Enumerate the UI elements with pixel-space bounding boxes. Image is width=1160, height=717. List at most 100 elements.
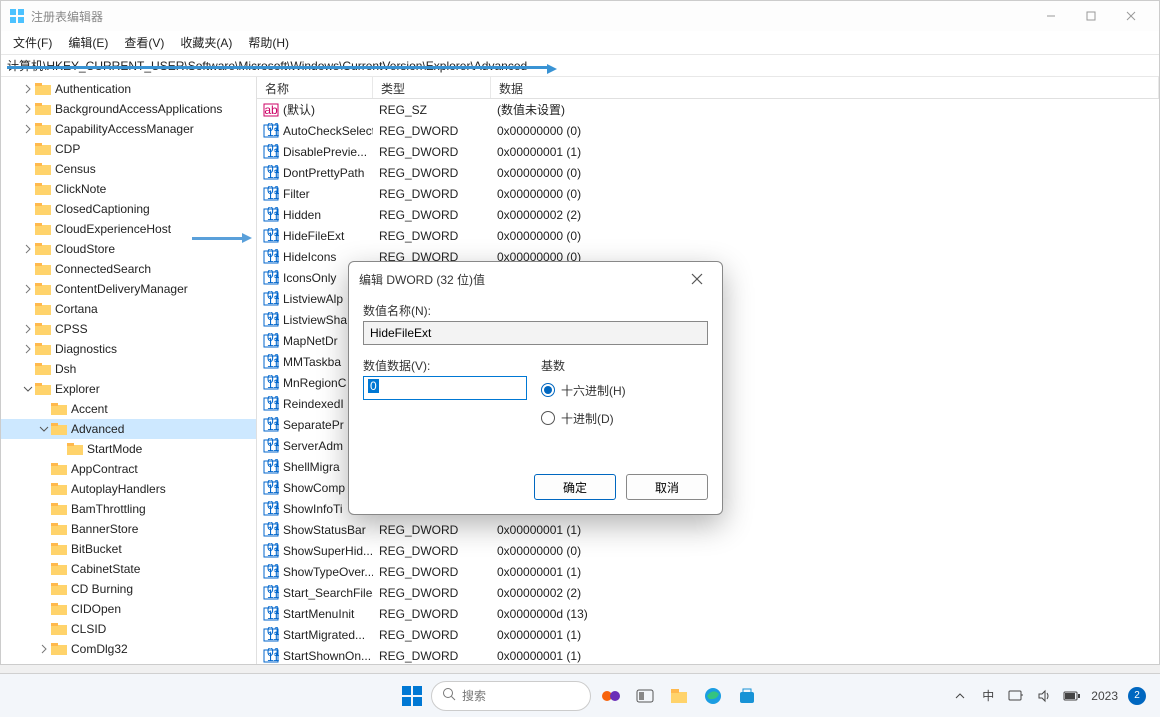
list-row[interactable]: 011110HiddenREG_DWORD0x00000002 (2): [257, 204, 1159, 225]
battery-icon[interactable]: [1063, 687, 1081, 705]
taskbar-app-edge[interactable]: [699, 682, 727, 710]
column-data[interactable]: 数据: [491, 77, 1159, 98]
value-data-input[interactable]: 0: [363, 376, 527, 400]
tree-item[interactable]: BackgroundAccessApplications: [1, 99, 256, 119]
tree-item[interactable]: Dsh: [1, 359, 256, 379]
tree-item[interactable]: CDP: [1, 139, 256, 159]
maximize-button[interactable]: [1071, 1, 1111, 31]
tree-item[interactable]: CIDOpen: [1, 599, 256, 619]
tree-item[interactable]: Accent: [1, 399, 256, 419]
chevron-down-icon[interactable]: [21, 382, 35, 396]
taskbar-app-store[interactable]: [733, 682, 761, 710]
column-type[interactable]: 类型: [373, 77, 491, 98]
tree-item[interactable]: Explorer: [1, 379, 256, 399]
chevron-right-icon[interactable]: [21, 82, 35, 96]
chevron-right-icon[interactable]: [21, 242, 35, 256]
tree-item[interactable]: Authentication: [1, 79, 256, 99]
list-row[interactable]: 011110ShowTypeOver...REG_DWORD0x00000001…: [257, 561, 1159, 582]
value-name-input[interactable]: [363, 321, 708, 345]
tree-item[interactable]: AutoplayHandlers: [1, 479, 256, 499]
radio-dec[interactable]: 十进制(D): [541, 404, 708, 432]
cancel-button[interactable]: 取消: [626, 474, 708, 500]
start-button[interactable]: [399, 683, 425, 709]
taskbar-app-taskview[interactable]: [631, 682, 659, 710]
chevron-right-icon[interactable]: [21, 342, 35, 356]
tree-item[interactable]: CapabilityAccessManager: [1, 119, 256, 139]
tree-item[interactable]: ContentDeliveryManager: [1, 279, 256, 299]
menu-item[interactable]: 查看(V): [116, 32, 172, 53]
list-row[interactable]: 011110Start_SearchFilesREG_DWORD0x000000…: [257, 582, 1159, 603]
tree-item[interactable]: CLSID: [1, 619, 256, 639]
ime-indicator[interactable]: 中: [979, 687, 997, 705]
tree-item[interactable]: ComDlg32: [1, 639, 256, 659]
taskbar-app-1[interactable]: [597, 682, 625, 710]
menu-item[interactable]: 编辑(E): [60, 32, 116, 53]
radio-hex[interactable]: 十六进制(H): [541, 376, 708, 404]
tree-item[interactable]: BitBucket: [1, 539, 256, 559]
chevron-right-icon[interactable]: [21, 322, 35, 336]
column-name[interactable]: 名称: [257, 77, 373, 98]
list-row[interactable]: 011110DontPrettyPathREG_DWORD0x00000000 …: [257, 162, 1159, 183]
dialog-close-button[interactable]: [682, 264, 712, 294]
list-row[interactable]: 011110AutoCheckSelectREG_DWORD0x00000000…: [257, 120, 1159, 141]
list-row[interactable]: 011110HideFileExtREG_DWORD0x00000000 (0): [257, 225, 1159, 246]
cell-name: 011110Start_SearchFiles: [257, 585, 373, 601]
folder-icon: [35, 362, 51, 376]
address-bar[interactable]: 计算机\HKEY_CURRENT_USER\Software\Microsoft…: [1, 55, 1159, 77]
tree-item[interactable]: StartMode: [1, 439, 256, 459]
list-row[interactable]: 011110ShowStatusBarREG_DWORD0x00000001 (…: [257, 519, 1159, 540]
cell-name: 011110Filter: [257, 186, 373, 202]
network-icon[interactable]: [1007, 687, 1025, 705]
folder-icon: [51, 642, 67, 656]
list-row[interactable]: ab(默认)REG_SZ(数值未设置): [257, 99, 1159, 120]
tree-item[interactable]: Cortana: [1, 299, 256, 319]
tree-item[interactable]: AppContract: [1, 459, 256, 479]
tree-item[interactable]: CD Burning: [1, 579, 256, 599]
tree-item[interactable]: ClickNote: [1, 179, 256, 199]
folder-icon: [51, 622, 67, 636]
taskbar-search[interactable]: 搜索: [431, 681, 591, 711]
tree-item[interactable]: ConnectedSearch: [1, 259, 256, 279]
list-row[interactable]: 011110StartMenuInitREG_DWORD0x0000000d (…: [257, 603, 1159, 624]
tree-item[interactable]: Diagnostics: [1, 339, 256, 359]
minimize-button[interactable]: [1031, 1, 1071, 31]
list-header: 名称 类型 数据: [257, 77, 1159, 99]
tree-item[interactable]: CabinetState: [1, 559, 256, 579]
close-button[interactable]: [1111, 1, 1151, 31]
reg-dword-icon: 011110: [263, 396, 279, 412]
tree-item[interactable]: BannerStore: [1, 519, 256, 539]
menu-item[interactable]: 文件(F): [5, 32, 60, 53]
dialog-titlebar: 编辑 DWORD (32 位)值: [349, 262, 722, 296]
taskbar-app-explorer[interactable]: [665, 682, 693, 710]
cell-type: REG_DWORD: [373, 586, 491, 600]
reg-dword-icon: 011110: [263, 186, 279, 202]
notification-badge[interactable]: 2: [1128, 687, 1146, 705]
menu-item[interactable]: 收藏夹(A): [172, 32, 240, 53]
reg-dword-icon: 011110: [263, 648, 279, 664]
menu-item[interactable]: 帮助(H): [240, 32, 297, 53]
tray-chevron-icon[interactable]: [951, 687, 969, 705]
chevron-right-icon[interactable]: [37, 642, 51, 656]
volume-icon[interactable]: [1035, 687, 1053, 705]
chevron-down-icon[interactable]: [37, 422, 51, 436]
tree-item[interactable]: CPSS: [1, 319, 256, 339]
folder-icon: [35, 82, 51, 96]
folder-icon: [67, 442, 83, 456]
clock-year[interactable]: 2023: [1091, 689, 1118, 703]
ok-button[interactable]: 确定: [534, 474, 616, 500]
chevron-right-icon[interactable]: [21, 102, 35, 116]
list-row[interactable]: 011110DisablePrevie...REG_DWORD0x0000000…: [257, 141, 1159, 162]
tree-item[interactable]: Census: [1, 159, 256, 179]
edit-dword-dialog: 编辑 DWORD (32 位)值 数值名称(N): 数值数据(V): 0 基数 …: [348, 261, 723, 515]
tree-item[interactable]: Advanced: [1, 419, 256, 439]
list-row[interactable]: 011110FilterREG_DWORD0x00000000 (0): [257, 183, 1159, 204]
chevron-right-icon[interactable]: [21, 122, 35, 136]
chevron-right-icon[interactable]: [21, 282, 35, 296]
tree-item[interactable]: ClosedCaptioning: [1, 199, 256, 219]
tree-view[interactable]: AuthenticationBackgroundAccessApplicatio…: [1, 77, 257, 664]
tree-item[interactable]: BamThrottling: [1, 499, 256, 519]
list-row[interactable]: 011110ShowSuperHid...REG_DWORD0x00000000…: [257, 540, 1159, 561]
list-row[interactable]: 011110StartShownOn...REG_DWORD0x00000001…: [257, 645, 1159, 664]
list-row[interactable]: 011110StartMigrated...REG_DWORD0x0000000…: [257, 624, 1159, 645]
reg-dword-icon: 011110: [263, 522, 279, 538]
